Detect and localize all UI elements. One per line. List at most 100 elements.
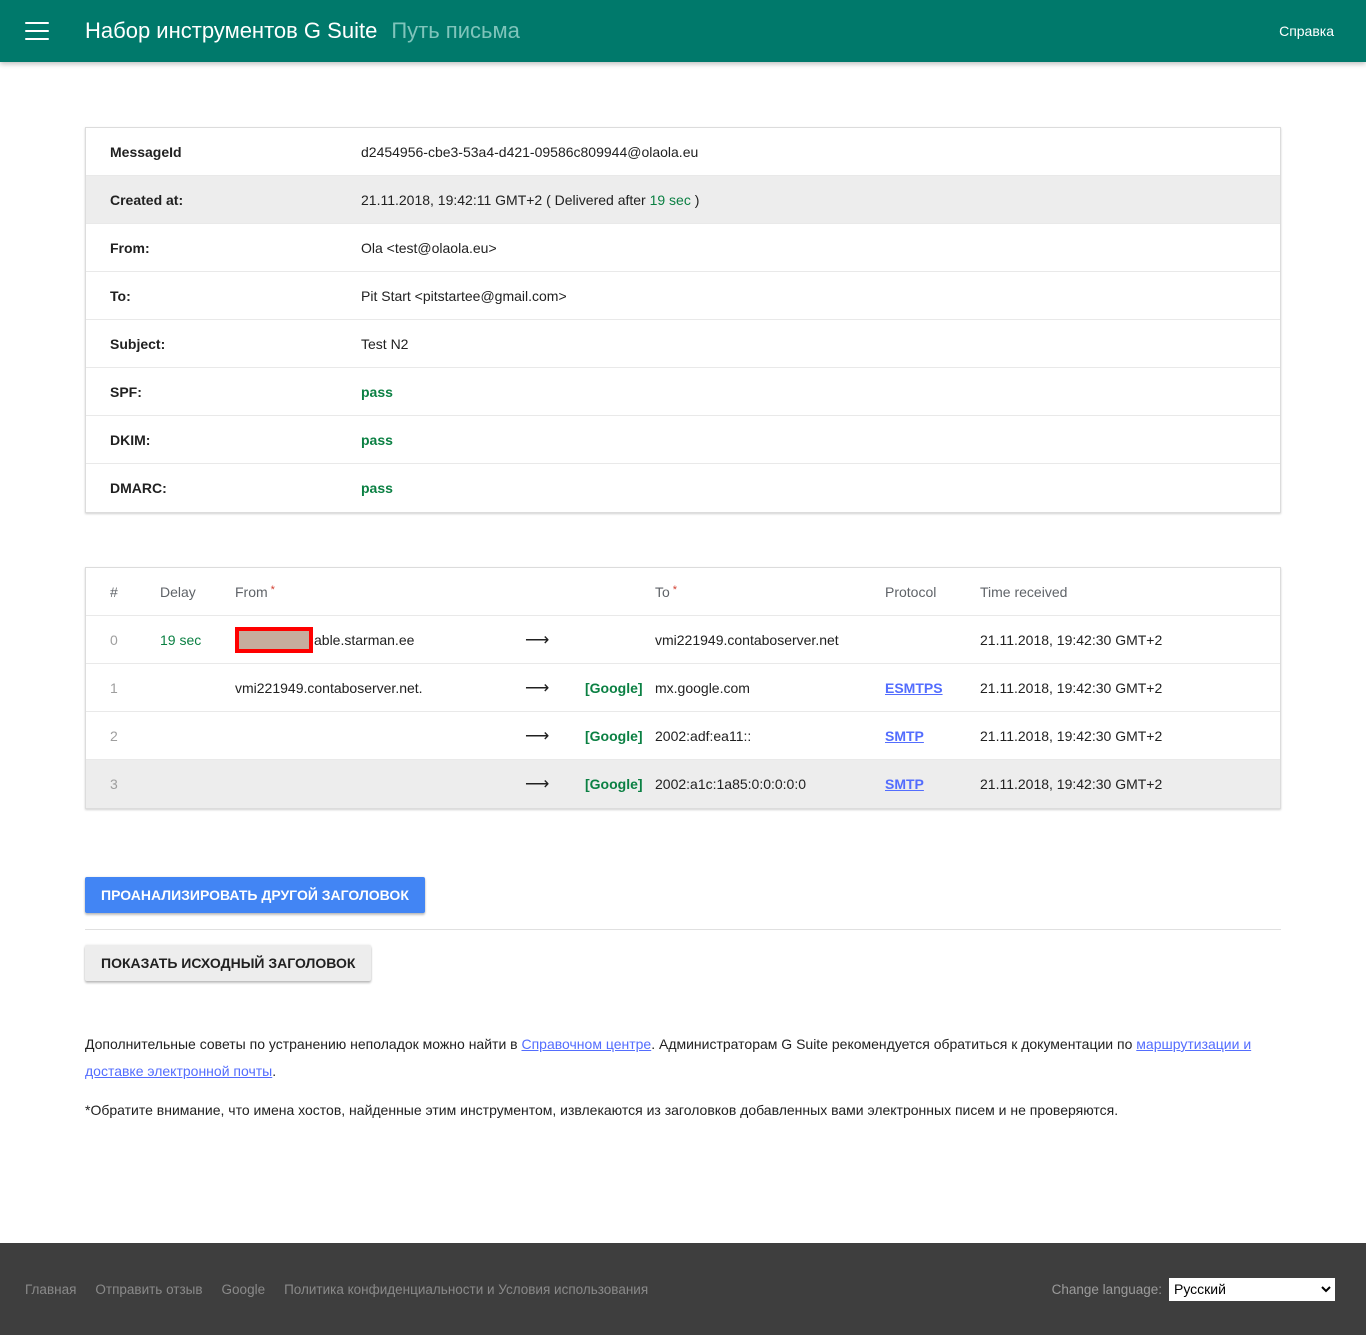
required-asterisk: * <box>673 584 677 596</box>
show-original-header-button[interactable]: ПОКАЗАТЬ ИСХОДНЫЙ ЗАГОЛОВОК <box>85 945 371 981</box>
troubleshooting-note: Дополнительные советы по устранению непо… <box>85 1031 1281 1084</box>
protocol-link[interactable]: SMTP <box>885 776 924 792</box>
row-value: Ola <test@olaola.eu> <box>361 240 1280 256</box>
arrow-right-icon: ⟶ <box>525 726 585 746</box>
note-text: Дополнительные советы по устранению непо… <box>85 1036 521 1052</box>
hop-time: 21.11.2018, 19:42:30 GMT+2 <box>980 680 1256 696</box>
dkim-status-value: pass <box>361 432 1280 448</box>
row-label: Subject: <box>86 336 361 352</box>
row-label: MessageId <box>86 144 361 160</box>
footer-link-home[interactable]: Главная <box>25 1282 76 1297</box>
change-language-label: Change language: <box>1052 1282 1162 1297</box>
google-tag: [Google] <box>585 680 655 696</box>
hop-index: 3 <box>110 776 160 792</box>
help-center-link[interactable]: Справочном центре <box>521 1036 651 1052</box>
language-select[interactable]: Русский <box>1169 1278 1335 1301</box>
hop-row-2: 2 ⟶ [Google] 2002:adf:ea11:: SMTP 21.11.… <box>86 712 1280 760</box>
hops-table: # Delay From* To* Protocol Time received… <box>85 567 1281 809</box>
summary-row-from: From: Ola <test@olaola.eu> <box>86 224 1280 272</box>
analyze-another-header-button[interactable]: ПРОАНАЛИЗИРОВАТЬ ДРУГОЙ ЗАГОЛОВОК <box>85 877 425 913</box>
page-footer: Главная Отправить отзыв Google Политика … <box>0 1243 1366 1335</box>
col-protocol: Protocol <box>885 584 980 600</box>
row-value: 21.11.2018, 19:42:11 GMT+2 ( Delivered a… <box>361 192 1280 208</box>
row-label: SPF: <box>86 384 361 400</box>
hop-row-1: 1 vmi221949.contaboserver.net. ⟶ [Google… <box>86 664 1280 712</box>
hop-protocol-cell: SMTP <box>885 776 980 792</box>
arrow-right-icon: ⟶ <box>525 774 585 794</box>
pass-badge: pass <box>361 384 393 400</box>
app-title: Набор инструментов G Suite <box>85 18 377 44</box>
google-tag: [Google] <box>585 728 655 744</box>
spf-status-value: pass <box>361 384 1280 400</box>
row-value: d2454956-cbe3-53a4-d421-09586c809944@ola… <box>361 144 1280 160</box>
summary-row-dkim: DKIM: pass <box>86 416 1280 464</box>
summary-row-subject: Subject: Test N2 <box>86 320 1280 368</box>
summary-row-dmarc: DMARC: pass <box>86 464 1280 512</box>
row-label: DMARC: <box>86 480 361 496</box>
dmarc-status-value: pass <box>361 480 1280 496</box>
hop-row-3: 3 ⟶ [Google] 2002:a1c:1a85:0:0:0:0:0 SMT… <box>86 760 1280 808</box>
hop-time: 21.11.2018, 19:42:30 GMT+2 <box>980 728 1256 744</box>
col-time: Time received <box>980 584 1256 600</box>
summary-row-spf: SPF: pass <box>86 368 1280 416</box>
row-value: Test N2 <box>361 336 1280 352</box>
protocol-link[interactable]: ESMTPS <box>885 680 943 696</box>
row-label: DKIM: <box>86 432 361 448</box>
language-switcher: Change language: Русский <box>1052 1278 1335 1301</box>
hop-delay: 19 sec <box>160 632 235 648</box>
help-link[interactable]: Справка <box>1279 23 1334 39</box>
col-to: To* <box>655 584 885 600</box>
hop-row-0: 0 19 sec able.starman.ee ⟶ vmi221949.con… <box>86 616 1280 664</box>
page: Набор инструментов G Suite Путь письма С… <box>0 0 1366 1335</box>
footer-link-google[interactable]: Google <box>222 1282 266 1297</box>
hostnames-disclaimer: *Обратите внимание, что имена хостов, на… <box>85 1097 1281 1124</box>
hop-to-host: 2002:adf:ea11:: <box>655 728 885 744</box>
row-value: Pit Start <pitstartee@gmail.com> <box>361 288 1280 304</box>
note-text: . <box>272 1063 276 1079</box>
col-delay: Delay <box>160 584 235 600</box>
arrow-right-icon: ⟶ <box>525 630 585 650</box>
footer-link-privacy-terms[interactable]: Политика конфиденциальности и Условия ис… <box>284 1282 648 1297</box>
delivered-after-value: 19 sec <box>650 192 691 208</box>
row-label: From: <box>86 240 361 256</box>
hop-to-host: vmi221949.contaboserver.net <box>655 632 885 648</box>
message-summary-table: MessageId d2454956-cbe3-53a4-d421-09586c… <box>85 127 1281 513</box>
col-from: From* <box>235 584 525 600</box>
pass-badge: pass <box>361 432 393 448</box>
footer-links: Главная Отправить отзыв Google Политика … <box>25 1282 648 1297</box>
hop-from-host: able.starman.ee <box>314 632 414 648</box>
hop-index: 2 <box>110 728 160 744</box>
google-tag: [Google] <box>585 776 655 792</box>
summary-row-created-at: Created at: 21.11.2018, 19:42:11 GMT+2 (… <box>86 176 1280 224</box>
hop-time: 21.11.2018, 19:42:30 GMT+2 <box>980 776 1256 792</box>
row-label: To: <box>86 288 361 304</box>
created-at-text: 21.11.2018, 19:42:11 GMT+2 ( Delivered a… <box>361 192 650 208</box>
summary-row-messageid: MessageId d2454956-cbe3-53a4-d421-09586c… <box>86 128 1280 176</box>
col-from-label: From <box>235 584 268 600</box>
summary-row-to: To: Pit Start <pitstartee@gmail.com> <box>86 272 1280 320</box>
pass-badge: pass <box>361 480 393 496</box>
tool-subtitle: Путь письма <box>391 18 520 44</box>
hop-from: vmi221949.contaboserver.net. <box>235 680 525 696</box>
hop-index: 1 <box>110 680 160 696</box>
protocol-link[interactable]: SMTP <box>885 728 924 744</box>
main-content: MessageId d2454956-cbe3-53a4-d421-09586c… <box>85 127 1281 1124</box>
hop-from: able.starman.ee <box>235 627 525 653</box>
hops-header-row: # Delay From* To* Protocol Time received <box>86 568 1280 616</box>
hop-protocol-cell: ESMTPS <box>885 680 980 696</box>
hop-time: 21.11.2018, 19:42:30 GMT+2 <box>980 632 1256 648</box>
arrow-right-icon: ⟶ <box>525 678 585 698</box>
hop-protocol-cell: SMTP <box>885 728 980 744</box>
footer-link-feedback[interactable]: Отправить отзыв <box>95 1282 202 1297</box>
hop-to-host: mx.google.com <box>655 680 885 696</box>
hamburger-menu-icon[interactable] <box>25 22 49 40</box>
row-label: Created at: <box>86 192 361 208</box>
redacted-ip-box <box>235 627 313 653</box>
note-text: . Администраторам G Suite рекомендуется … <box>651 1036 1136 1052</box>
section-divider <box>85 929 1281 930</box>
col-num: # <box>110 584 160 600</box>
required-asterisk: * <box>271 584 275 596</box>
hop-index: 0 <box>110 632 160 648</box>
created-at-suffix: ) <box>691 192 700 208</box>
hop-to-host: 2002:a1c:1a85:0:0:0:0:0 <box>655 776 885 792</box>
